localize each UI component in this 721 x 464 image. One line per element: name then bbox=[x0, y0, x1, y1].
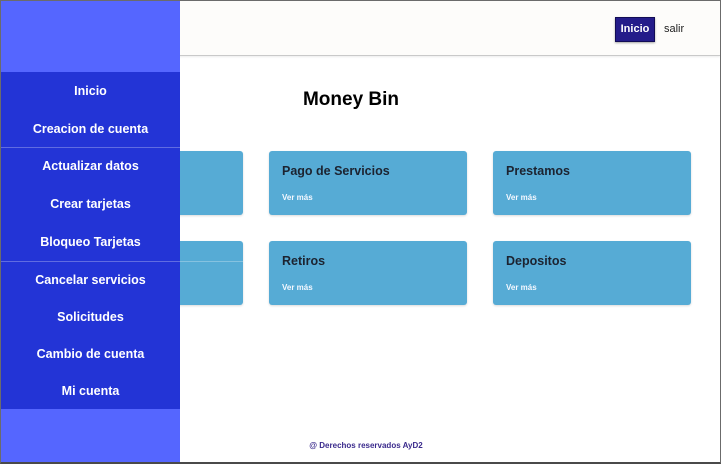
ver-mas-link[interactable]: Ver más bbox=[282, 283, 313, 292]
card-title: Retiros bbox=[282, 254, 326, 268]
sidebar-item-inicio[interactable]: Inicio bbox=[1, 78, 180, 104]
card-depositos[interactable]: Depositos Ver más bbox=[493, 241, 691, 305]
ver-mas-link[interactable]: Ver más bbox=[282, 193, 313, 202]
card-prestamos[interactable]: Prestamos Ver más bbox=[493, 151, 691, 215]
page-title: Money Bin bbox=[302, 89, 400, 110]
card-retiros[interactable]: Retiros Ver más bbox=[269, 241, 467, 305]
sidebar-item-actualizar-datos[interactable]: Actualizar datos bbox=[1, 153, 180, 179]
footer-copyright: @ Derechos reservados AyD2 bbox=[309, 441, 423, 450]
sidebar-item-cambio-cuenta[interactable]: Cambio de cuenta bbox=[1, 341, 180, 367]
sidebar-footer bbox=[1, 409, 180, 462]
sidebar-item-mi-cuenta[interactable]: Mi cuenta bbox=[1, 378, 180, 404]
sidebar-header bbox=[1, 1, 180, 72]
divider bbox=[1, 147, 243, 148]
ver-mas-link[interactable]: Ver más bbox=[506, 193, 537, 202]
salir-link[interactable]: salir bbox=[664, 17, 684, 42]
card-title: Depositos bbox=[506, 254, 567, 268]
sidebar-item-crear-tarjetas[interactable]: Crear tarjetas bbox=[1, 191, 180, 217]
app-window: Inicio salir Money Bin Pago de Servicios… bbox=[0, 0, 721, 464]
card-title: Pago de Servicios bbox=[282, 164, 390, 178]
sidebar-item-creacion-cuenta[interactable]: Creacion de cuenta bbox=[1, 116, 180, 142]
sidebar-item-bloqueo-tarjetas[interactable]: Bloqueo Tarjetas bbox=[1, 229, 180, 255]
sidebar-item-cancelar-servicios[interactable]: Cancelar servicios bbox=[1, 267, 180, 293]
card-pago-servicios[interactable]: Pago de Servicios Ver más bbox=[269, 151, 467, 215]
divider bbox=[1, 261, 243, 262]
card-title: Prestamos bbox=[506, 164, 570, 178]
sidebar-menu: Inicio Creacion de cuenta Actualizar dat… bbox=[1, 72, 180, 409]
sidebar-item-solicitudes[interactable]: Solicitudes bbox=[1, 304, 180, 330]
ver-mas-link[interactable]: Ver más bbox=[506, 283, 537, 292]
inicio-button[interactable]: Inicio bbox=[615, 17, 655, 42]
